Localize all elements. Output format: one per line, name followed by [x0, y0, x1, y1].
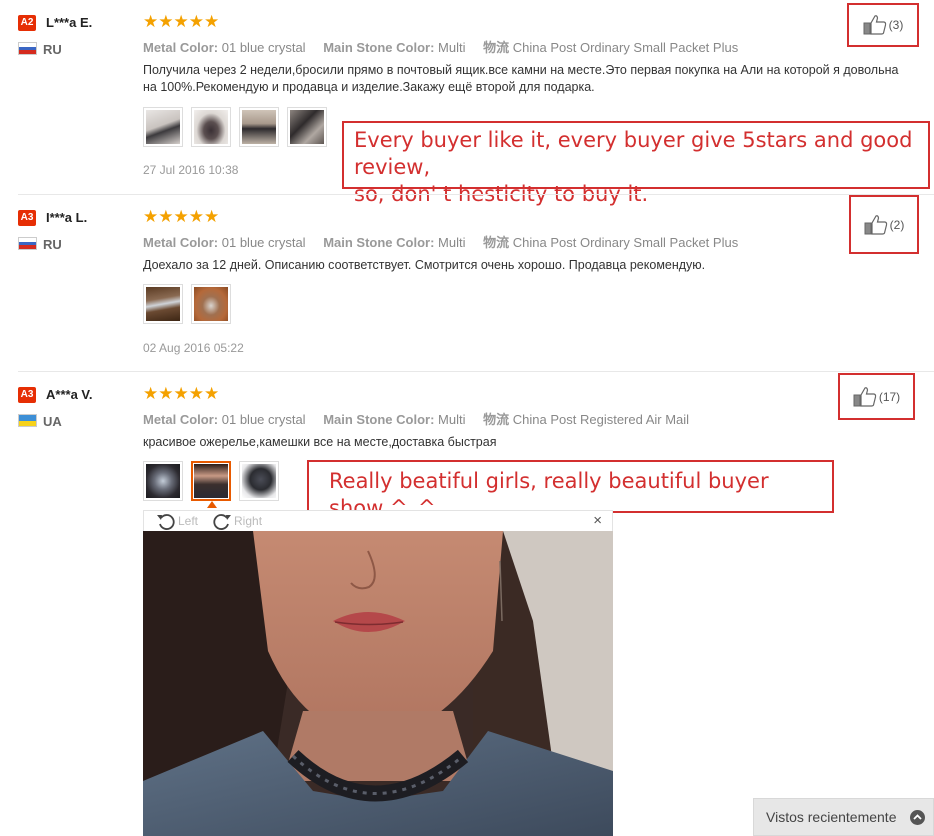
star-rating: ★★★★★: [143, 207, 220, 226]
review-date: 27 Jul 2016 10:38: [143, 163, 239, 177]
review-photo-list: [143, 284, 231, 324]
buyer-name: I***a L.: [46, 210, 88, 225]
photo-viewer-toolbar: Left Right ×: [143, 510, 613, 531]
russia-flag-icon: [18, 42, 37, 55]
review-photo-thumb[interactable]: [239, 461, 279, 501]
buyer-level-badge: A3: [18, 210, 36, 226]
review-photo-thumb[interactable]: [143, 461, 183, 501]
shipping-label: 物流: [483, 412, 510, 427]
stone-color-value: Multi: [438, 412, 466, 427]
recently-viewed-label: Vistos recientemente: [766, 809, 897, 825]
helpful-button[interactable]: (2): [849, 195, 919, 254]
star-rating: ★★★★★: [143, 384, 220, 403]
shipping-label: 物流: [483, 40, 510, 55]
review-photo-list: [143, 461, 279, 501]
shipping-label: 物流: [483, 235, 510, 250]
stone-color-label: Main Stone Color:: [323, 40, 435, 55]
review-photo-thumb-selected[interactable]: [191, 461, 231, 501]
metal-color-label: Metal Color:: [143, 40, 219, 55]
order-attributes: Metal Color: 01 blue crystal Main Stone …: [143, 37, 752, 56]
buyer-name: A***a V.: [46, 387, 93, 402]
recently-viewed-tab[interactable]: Vistos recientemente: [753, 798, 934, 836]
order-attributes: Metal Color: 01 blue crystal Main Stone …: [143, 232, 752, 251]
metal-color-label: Metal Color:: [143, 412, 219, 427]
buyer-country: UA: [43, 414, 62, 429]
helpful-count: (3): [888, 18, 904, 32]
review-text: красивое ожерелье,камешки все на месте,д…: [143, 435, 497, 449]
review-photo-large: [143, 531, 613, 836]
review-text: Получила через 2 недели,бросили прямо в …: [143, 63, 899, 94]
review-photo-thumb[interactable]: [143, 284, 183, 324]
buyer-name: L***a E.: [46, 15, 93, 30]
helpful-count: (2): [889, 217, 905, 232]
russia-flag-icon: [18, 237, 37, 250]
review-photo-thumb[interactable]: [143, 107, 183, 147]
rotate-right-label: Right: [234, 514, 263, 528]
review-photo-thumb[interactable]: [239, 107, 279, 147]
metal-color-value: 01 blue crystal: [221, 235, 306, 250]
ukraine-flag-icon: [18, 414, 37, 427]
review-date: 02 Aug 2016 05:22: [143, 341, 244, 355]
stone-color-label: Main Stone Color:: [323, 412, 435, 427]
annotation-line: Every buyer like it, every buyer give 5s…: [354, 128, 913, 179]
helpful-count: (17): [878, 389, 901, 404]
review-text: Доехало за 12 дней. Описанию соответству…: [143, 258, 706, 272]
shipping-value: China Post Ordinary Small Packet Plus: [512, 235, 739, 250]
star-rating: ★★★★★: [143, 12, 220, 31]
annotation-callout: Really beatiful girls, really beautiful …: [307, 460, 834, 520]
buyer-country: RU: [43, 42, 62, 57]
review-photo-thumb[interactable]: [191, 107, 231, 147]
helpful-button[interactable]: (3): [847, 3, 919, 47]
shipping-value: China Post Registered Air Mail: [512, 412, 690, 427]
order-attributes: Metal Color: 01 blue crystal Main Stone …: [143, 409, 703, 428]
buyer-level-badge: A3: [18, 387, 36, 403]
review-photo-thumb[interactable]: [191, 284, 231, 324]
rotate-left-icon: [157, 514, 175, 530]
rotate-left-button[interactable]: Left: [156, 512, 198, 530]
buyer-country: RU: [43, 237, 62, 252]
review-photo-image: [143, 531, 613, 836]
stone-color-value: Multi: [438, 235, 466, 250]
review-divider: [18, 371, 934, 372]
rotate-left-label: Left: [178, 514, 199, 528]
chevron-up-icon: [910, 810, 925, 825]
annotation-callout: Every buyer like it, every buyer give 5s…: [342, 121, 930, 206]
close-viewer-button[interactable]: ×: [593, 513, 602, 528]
thumbs-up-icon: [864, 214, 887, 235]
helpful-button[interactable]: (17): [838, 373, 915, 420]
thumbs-up-icon: [863, 15, 886, 35]
stone-color-label: Main Stone Color:: [323, 235, 435, 250]
stone-color-value: Multi: [438, 40, 466, 55]
buyer-level-badge: A2: [18, 15, 36, 31]
metal-color-label: Metal Color:: [143, 235, 219, 250]
review-photo-thumb[interactable]: [287, 107, 327, 147]
metal-color-value: 01 blue crystal: [221, 412, 306, 427]
shipping-value: China Post Ordinary Small Packet Plus: [512, 40, 739, 55]
review-photo-list: [143, 107, 327, 147]
review-divider: [18, 194, 934, 195]
rotate-right-button[interactable]: Right: [212, 512, 262, 530]
metal-color-value: 01 blue crystal: [221, 40, 306, 55]
rotate-right-icon: [213, 514, 232, 530]
thumbs-up-icon: [853, 386, 877, 407]
selected-thumb-pointer: [207, 501, 217, 508]
